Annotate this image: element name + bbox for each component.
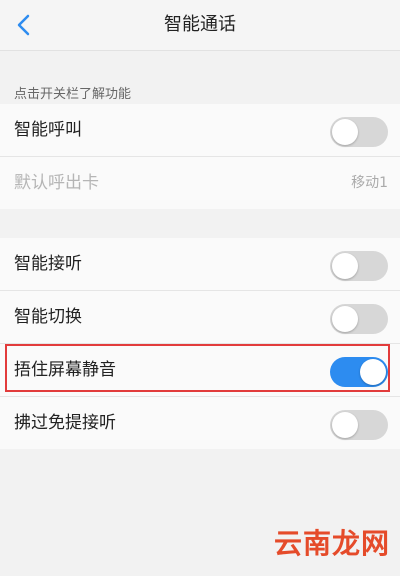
default-sim-value: 移动1 — [351, 175, 388, 191]
smart-answer-label: 智能接听 — [14, 254, 82, 274]
toggle-knob — [332, 306, 358, 332]
section-hint: 点击开关栏了解功能 — [14, 87, 132, 102]
smart-switch-row[interactable]: 智能切换 — [0, 291, 400, 344]
page-title: 智能通话 — [164, 14, 236, 35]
toggle-knob — [332, 412, 358, 438]
smart-call-label: 智能呼叫 — [14, 120, 82, 140]
toggle-knob — [332, 119, 358, 145]
app-header: 智能通话 — [0, 0, 400, 51]
smart-answer-row[interactable]: 智能接听 — [0, 238, 400, 291]
watermark-logo: 云南龙网 — [273, 527, 390, 560]
wave-speaker-toggle[interactable] — [330, 410, 388, 440]
highlight-box — [5, 344, 390, 392]
smart-switch-label: 智能切换 — [14, 307, 82, 327]
wave-speaker-row[interactable]: 拂过免提接听 — [0, 397, 400, 449]
smart-call-toggle[interactable] — [330, 117, 388, 147]
smart-call-row[interactable]: 智能呼叫 — [0, 104, 400, 157]
default-sim-label: 默认呼出卡 — [14, 173, 99, 193]
settings-group-1: 智能呼叫 默认呼出卡 移动1 — [0, 104, 400, 209]
smart-answer-toggle[interactable] — [330, 251, 388, 281]
wave-speaker-label: 拂过免提接听 — [14, 413, 116, 433]
toggle-knob — [332, 253, 358, 279]
default-sim-row[interactable]: 默认呼出卡 移动1 — [0, 157, 400, 209]
smart-switch-toggle[interactable] — [330, 304, 388, 334]
